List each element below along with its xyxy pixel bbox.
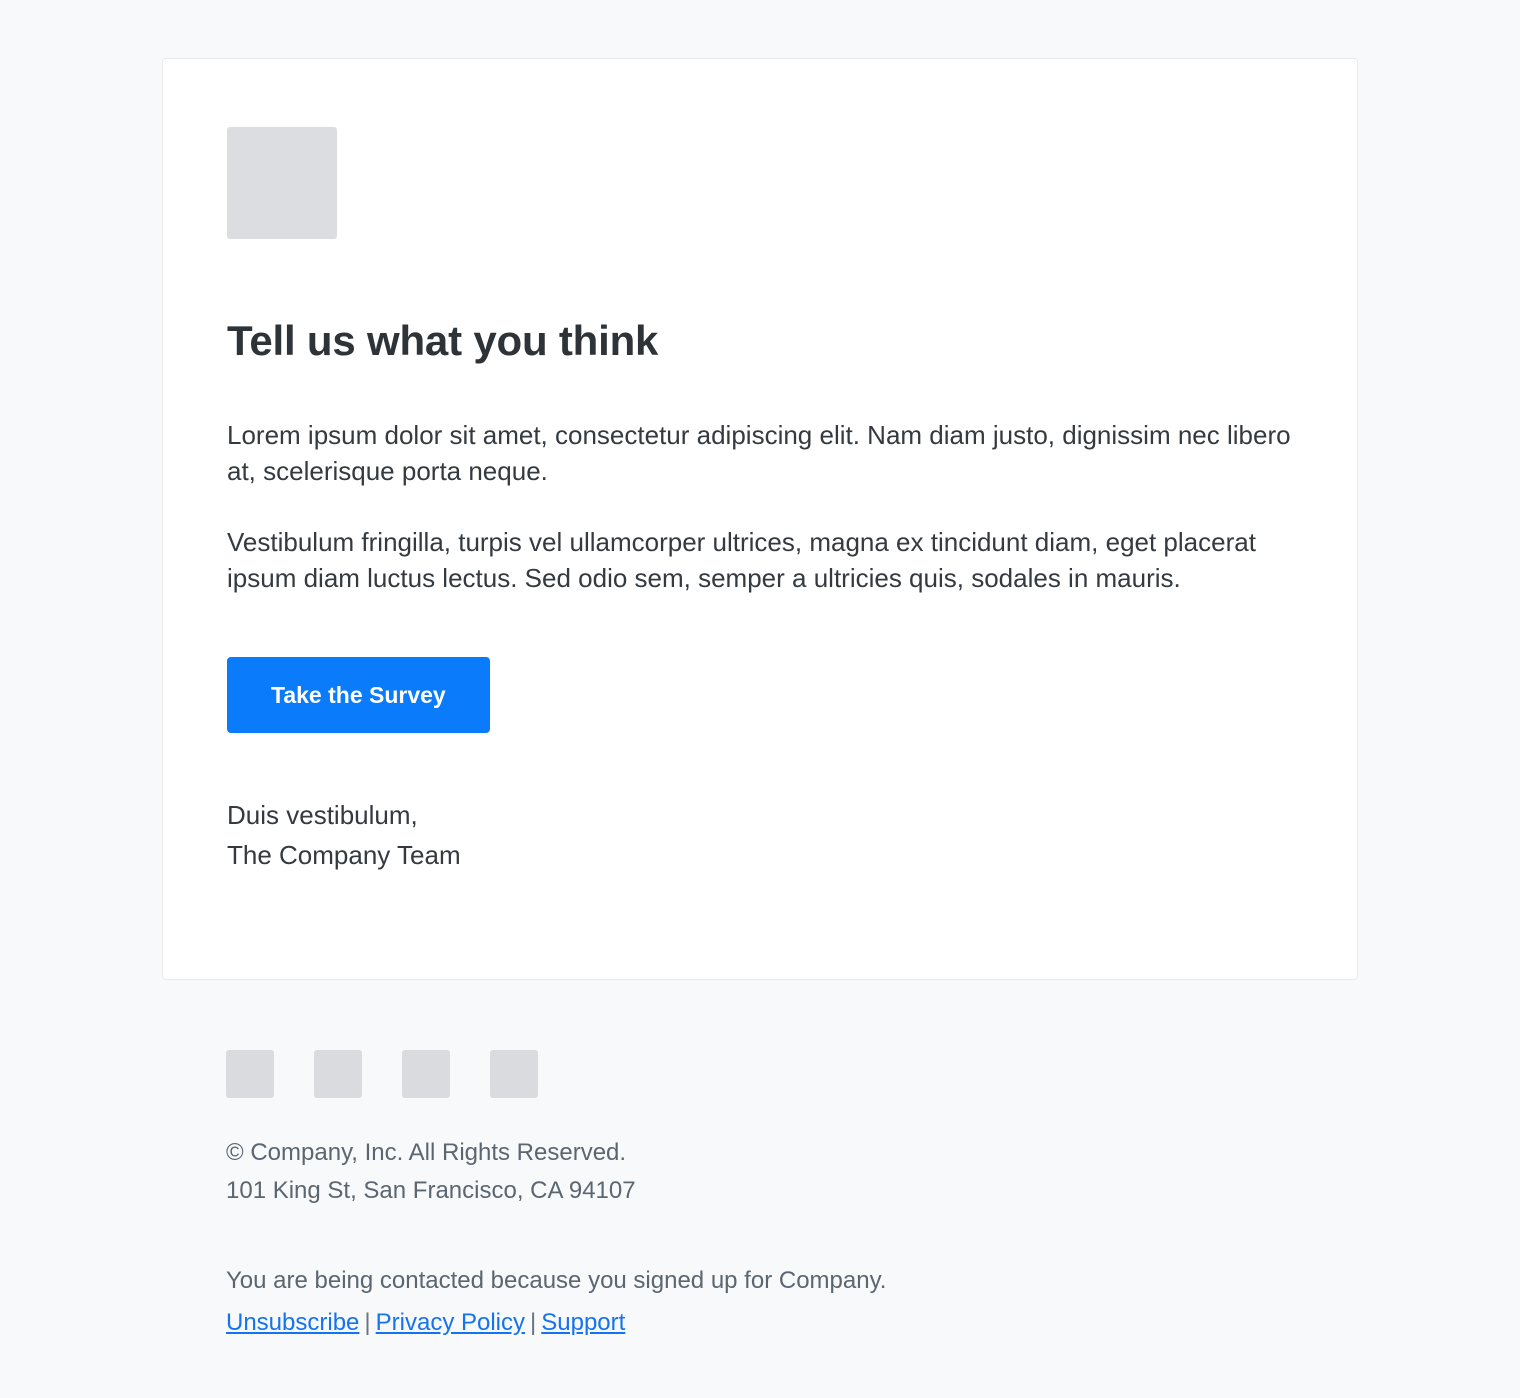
privacy-policy-link[interactable]: Privacy Policy: [376, 1309, 525, 1336]
unsubscribe-link[interactable]: Unsubscribe: [226, 1309, 359, 1336]
social-icon-2[interactable]: [314, 1050, 362, 1098]
email-body-paragraph-2: Vestibulum fringilla, turpis vel ullamco…: [227, 527, 1256, 593]
link-separator-2: |: [530, 1308, 537, 1336]
email-card-content: Tell us what you think Lorem ipsum dolor…: [163, 59, 1357, 875]
email-preview-page: Tell us what you think Lorem ipsum dolor…: [0, 0, 1520, 1398]
take-survey-button[interactable]: Take the Survey: [227, 656, 490, 733]
link-separator-1: |: [364, 1308, 371, 1336]
social-icon-3[interactable]: [402, 1050, 450, 1098]
contact-reason-text: You are being contacted because you sign…: [226, 1266, 887, 1294]
email-body-paragraph-1: Lorem ipsum dolor sit amet, consectetur …: [227, 420, 1291, 487]
social-icon-4[interactable]: [490, 1050, 538, 1098]
cta-container: Take the Survey: [227, 656, 1293, 733]
signature-line-1: Duis vestibulum,: [227, 799, 418, 830]
email-footer: © Company, Inc. All Rights Reserved. 101…: [226, 1050, 1376, 1342]
signature-line-2: The Company Team: [227, 839, 461, 870]
social-icon-row: [226, 1050, 1376, 1098]
company-logo-icon: [227, 127, 337, 239]
email-heading: Tell us what you think: [227, 317, 659, 364]
footer-links-row: Unsubscribe | Privacy Policy | Support: [226, 1304, 1376, 1342]
social-icon-1[interactable]: [226, 1050, 274, 1098]
footer-legal-block: © Company, Inc. All Rights Reserved. 101…: [226, 1134, 1376, 1210]
email-card: Tell us what you think Lorem ipsum dolor…: [162, 58, 1358, 980]
support-link[interactable]: Support: [541, 1309, 625, 1336]
copyright-text: © Company, Inc. All Rights Reserved.: [226, 1139, 627, 1166]
email-signature: Duis vestibulum, The Company Team: [227, 795, 1293, 875]
address-text: 101 King St, San Francisco, CA 94107: [226, 1176, 636, 1204]
